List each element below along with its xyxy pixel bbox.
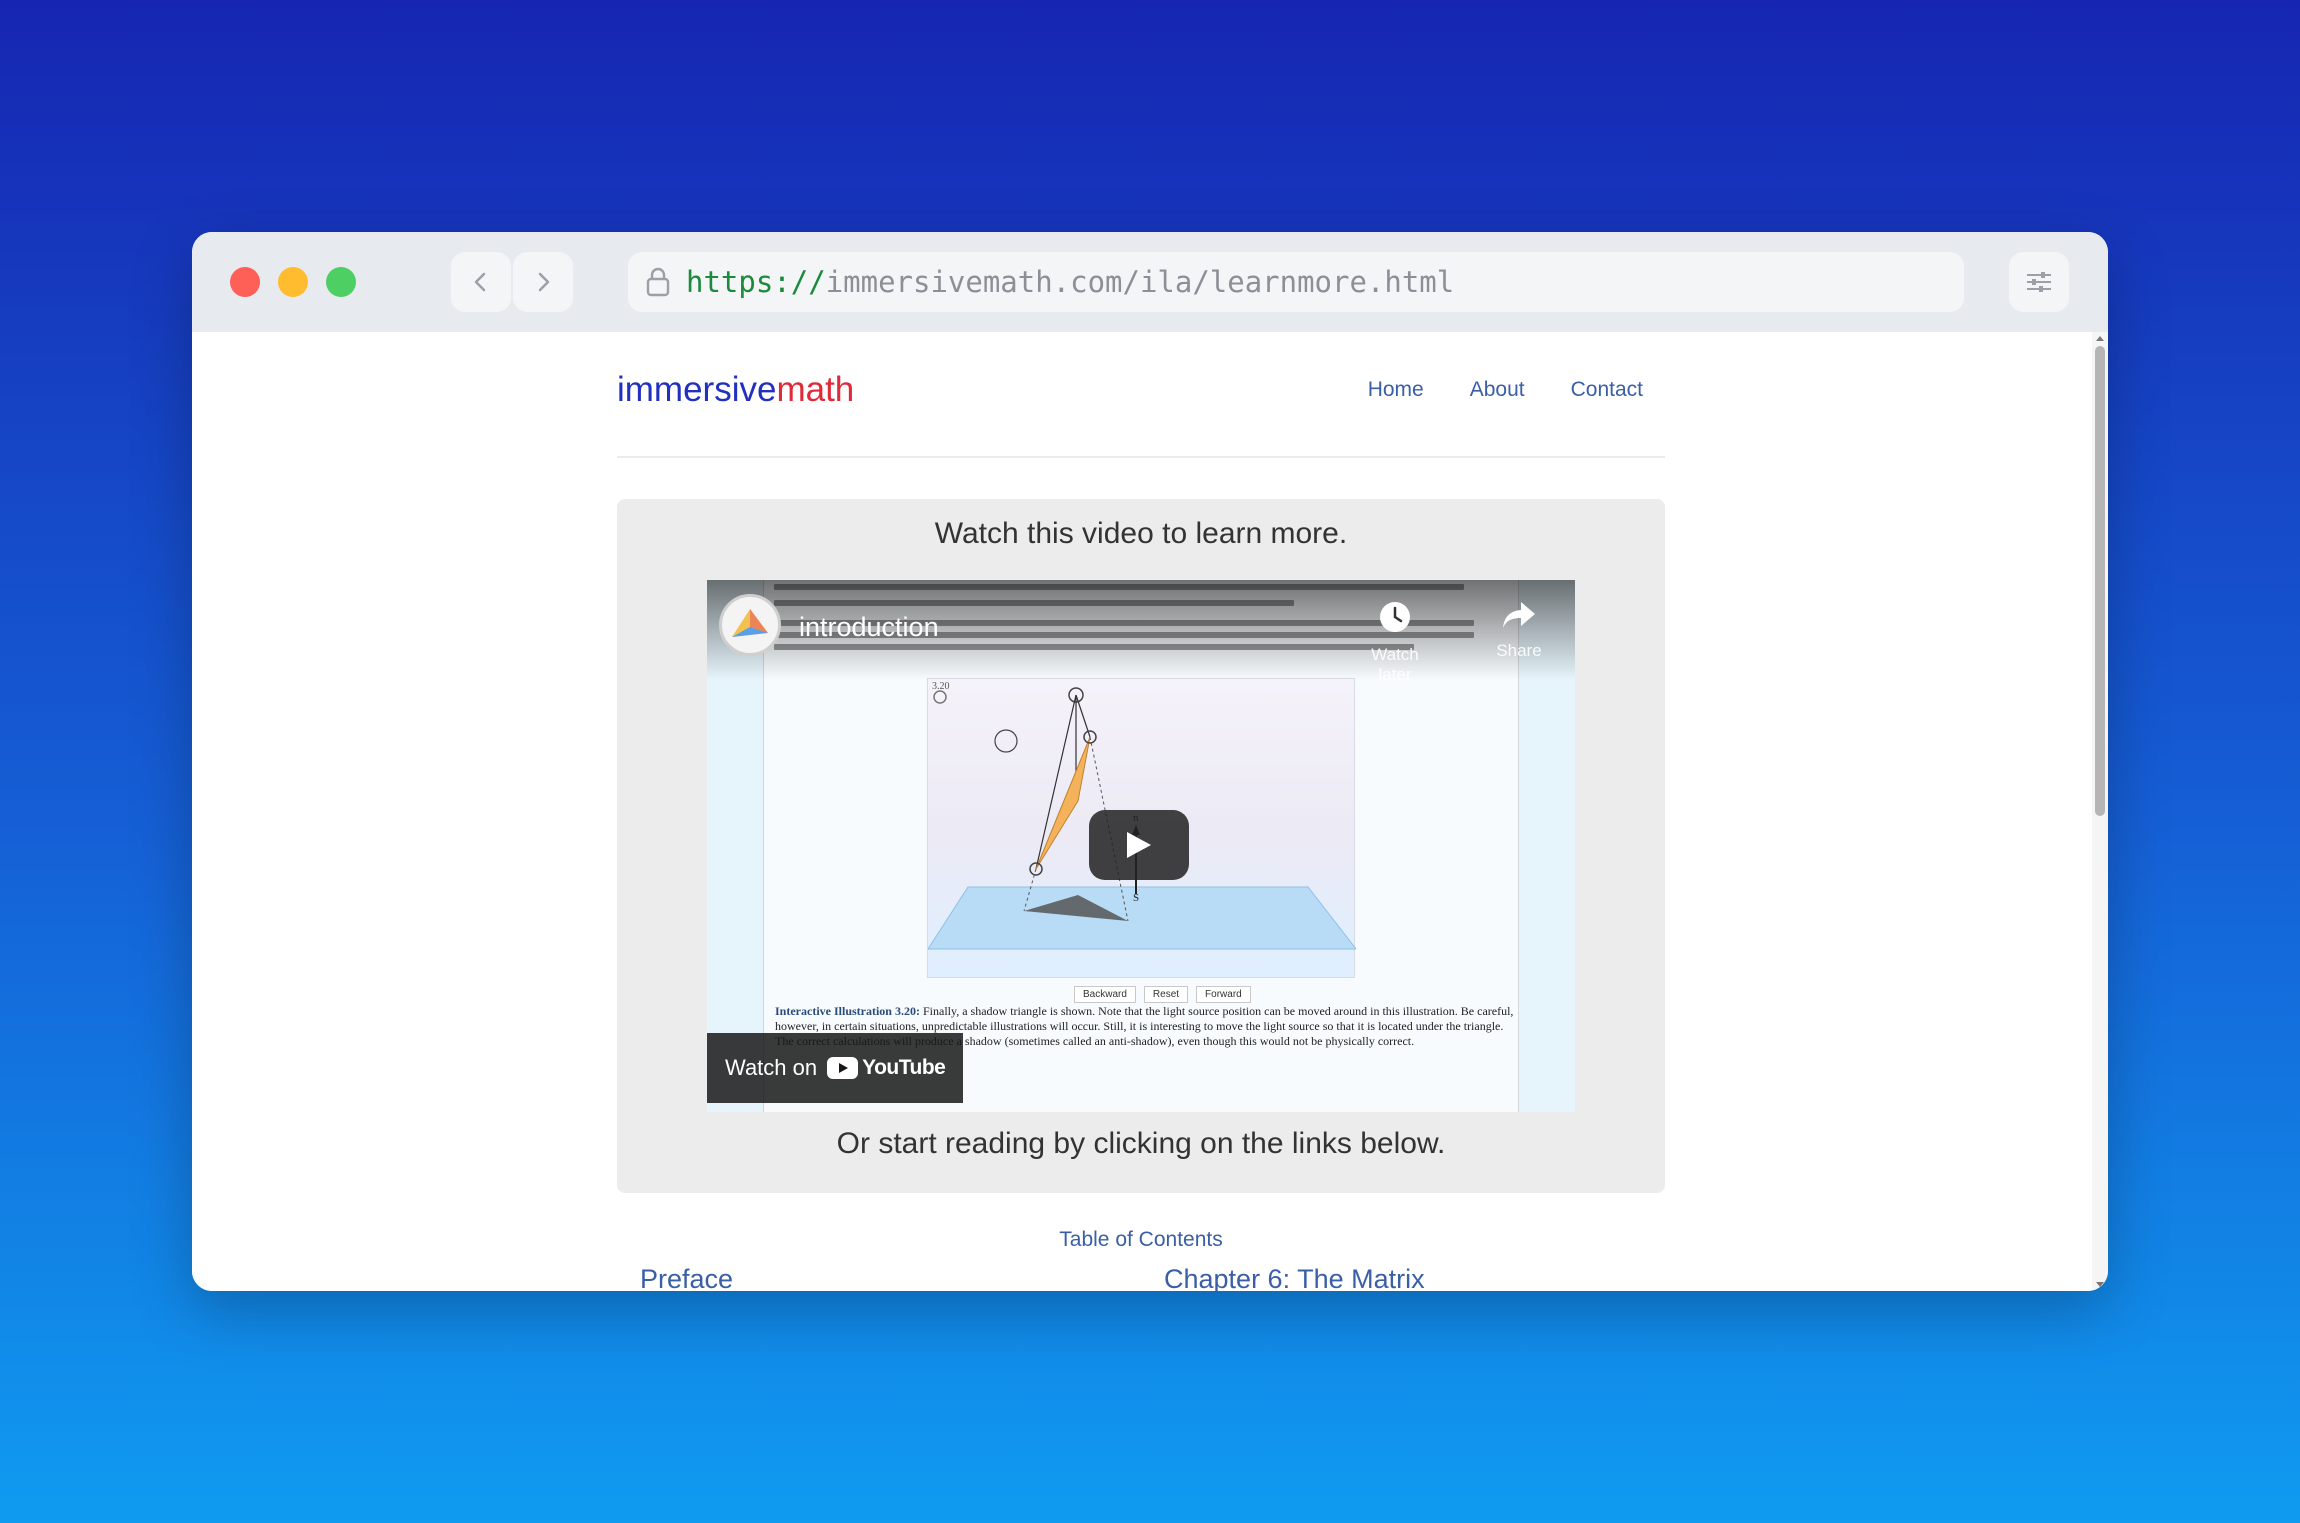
youtube-embed[interactable]: 3.20 n	[707, 580, 1575, 1112]
url-path: immersivemath.com/ila/learnmore.html	[825, 265, 1455, 299]
brand-text-immersive: immersive	[617, 370, 777, 409]
illustration-controls: Backward Reset Forward	[1074, 986, 1251, 1003]
caption-label: Interactive Illustration 3.20:	[775, 1004, 920, 1018]
close-window-button[interactable]	[230, 267, 260, 297]
toc-heading: Table of Contents	[1059, 1228, 1223, 1251]
toc-link-preface[interactable]: Preface	[640, 1264, 733, 1291]
url-scheme: https://	[686, 265, 826, 299]
nav-home-link[interactable]: Home	[1368, 378, 1424, 402]
brand-text-math: math	[776, 370, 855, 409]
browser-window: https://immersivemath.com/ila/learnmore.…	[192, 232, 2108, 1291]
watch-later-label: Watch later	[1371, 645, 1419, 684]
video-title[interactable]: introduction	[799, 612, 939, 643]
settings-button[interactable]	[2009, 252, 2069, 312]
vertical-scrollbar[interactable]	[2092, 332, 2108, 1291]
chevron-right-icon	[538, 272, 550, 292]
video-top-overlay: introduction Watch later Share	[707, 580, 1575, 684]
site-header: immersivemath Home About Contact	[617, 332, 1665, 458]
toc-link-chapter-6[interactable]: Chapter 6: The Matrix	[1164, 1264, 1425, 1291]
clock-icon	[1380, 602, 1410, 632]
play-button[interactable]	[1089, 810, 1189, 880]
share-arrow-icon	[1503, 602, 1535, 628]
video-panel: Watch this video to learn more. 3.20 S B…	[617, 499, 1665, 1193]
illustration-reset-button[interactable]: Reset	[1143, 986, 1189, 1003]
youtube-logo: YouTube	[827, 1056, 946, 1080]
illustration-forward-button[interactable]: Forward	[1196, 986, 1251, 1003]
svg-text:S: S	[1133, 892, 1139, 904]
chevron-left-icon	[474, 272, 486, 292]
illustration-backward-button[interactable]: Backward	[1074, 986, 1136, 1003]
address-bar[interactable]: https://immersivemath.com/ila/learnmore.…	[628, 252, 1964, 312]
maximize-window-button[interactable]	[326, 267, 356, 297]
forward-button[interactable]	[513, 252, 573, 312]
back-button[interactable]	[451, 252, 511, 312]
watch-on-youtube-button[interactable]: Watch on YouTube	[707, 1033, 963, 1103]
site-logo[interactable]: immersivemath	[617, 370, 854, 410]
panel-subheading: Or start reading by clicking on the link…	[836, 1127, 1446, 1160]
youtube-play-icon	[827, 1057, 859, 1079]
panel-heading: Watch this video to learn more.	[934, 517, 1348, 550]
nav-about-link[interactable]: About	[1470, 378, 1525, 402]
share-label: Share	[1496, 641, 1542, 660]
watch-on-label: Watch on	[725, 1055, 818, 1080]
scrollbar-thumb[interactable]	[2095, 346, 2105, 816]
browser-toolbar: https://immersivemath.com/ila/learnmore.…	[192, 232, 2108, 332]
scroll-up-arrow-icon[interactable]	[2096, 336, 2104, 341]
sliders-icon	[2027, 272, 2051, 292]
page-content: immersivemath Home About Contact Watch t…	[192, 332, 2092, 1291]
share-button[interactable]: Share	[1489, 600, 1549, 661]
minimize-window-button[interactable]	[278, 267, 308, 297]
channel-avatar[interactable]	[719, 594, 781, 656]
nav-contact-link[interactable]: Contact	[1571, 378, 1643, 402]
play-icon	[1127, 832, 1151, 858]
watch-later-button[interactable]: Watch later	[1365, 600, 1425, 685]
url-text: https://immersivemath.com/ila/learnmore.…	[686, 265, 1454, 299]
scroll-down-arrow-icon[interactable]	[2096, 1282, 2104, 1287]
lock-icon	[640, 262, 676, 302]
top-nav: Home About Contact	[1368, 378, 1643, 402]
youtube-wordmark: YouTube	[862, 1056, 946, 1079]
